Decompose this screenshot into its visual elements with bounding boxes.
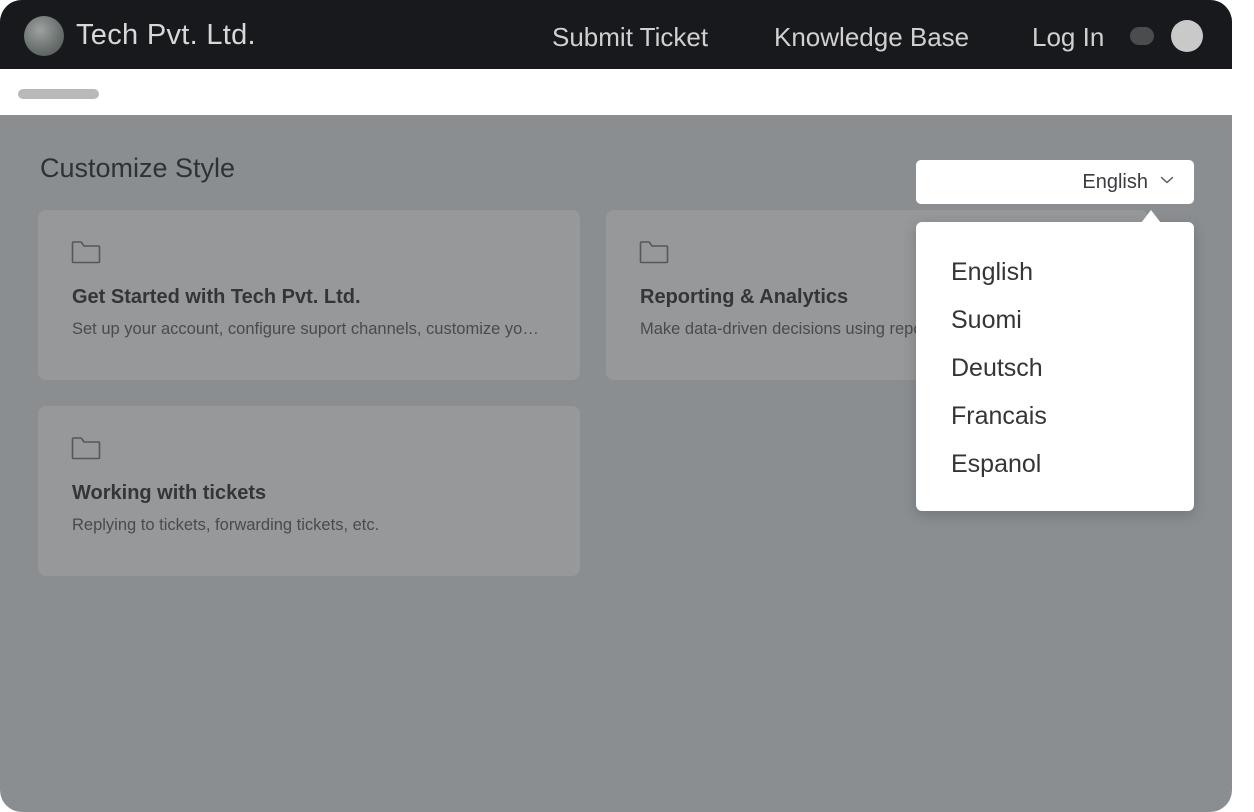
category-card[interactable]: Working with tickets Replying to tickets… <box>38 406 580 576</box>
brand-logo[interactable] <box>24 16 64 56</box>
card-description: Replying to tickets, forwarding tickets,… <box>72 516 380 534</box>
card-title: Reporting & Analytics <box>640 286 849 308</box>
language-selected-value: English <box>1082 171 1148 193</box>
chevron-down-icon <box>1160 176 1174 184</box>
folder-icon <box>639 241 669 264</box>
card-description: Set up your account, configure suport ch… <box>72 320 544 338</box>
nav-submit-ticket[interactable]: Submit Ticket <box>552 19 708 55</box>
card-title: Working with tickets <box>72 482 267 504</box>
top-navbar: Tech Pvt. Ltd. Submit Ticket Knowledge B… <box>0 0 1232 69</box>
breadcrumb-placeholder[interactable] <box>18 89 99 99</box>
avatar[interactable] <box>1171 20 1203 52</box>
breadcrumb <box>0 69 1232 115</box>
language-option-english[interactable]: English <box>951 257 1033 287</box>
folder-icon <box>71 437 101 460</box>
nav-log-in[interactable]: Log In <box>1032 19 1104 55</box>
page-title: Customize Style <box>40 153 236 183</box>
brand-name[interactable]: Tech Pvt. Ltd. <box>76 17 256 53</box>
card-title: Get Started with Tech Pvt. Ltd. <box>72 286 361 308</box>
language-select[interactable]: English <box>916 160 1194 204</box>
language-option-suomi[interactable]: Suomi <box>951 305 1022 335</box>
main-content: Customize Style Get Started with Tech Pv… <box>0 115 1232 812</box>
folder-icon <box>71 241 101 264</box>
card-description: Make data-driven decisions using reports… <box>640 320 920 338</box>
language-option-francais[interactable]: Francais <box>951 401 1047 431</box>
language-option-deutsch[interactable]: Deutsch <box>951 353 1043 383</box>
language-option-espanol[interactable]: Espanol <box>951 449 1041 479</box>
app-window: Tech Pvt. Ltd. Submit Ticket Knowledge B… <box>0 0 1232 812</box>
category-card[interactable]: Get Started with Tech Pvt. Ltd. Set up y… <box>38 210 580 380</box>
language-dropdown-menu: English Suomi Deutsch Francais Espanol <box>916 210 1194 511</box>
theme-toggle[interactable] <box>1130 27 1154 45</box>
nav-knowledge-base[interactable]: Knowledge Base <box>774 19 969 55</box>
